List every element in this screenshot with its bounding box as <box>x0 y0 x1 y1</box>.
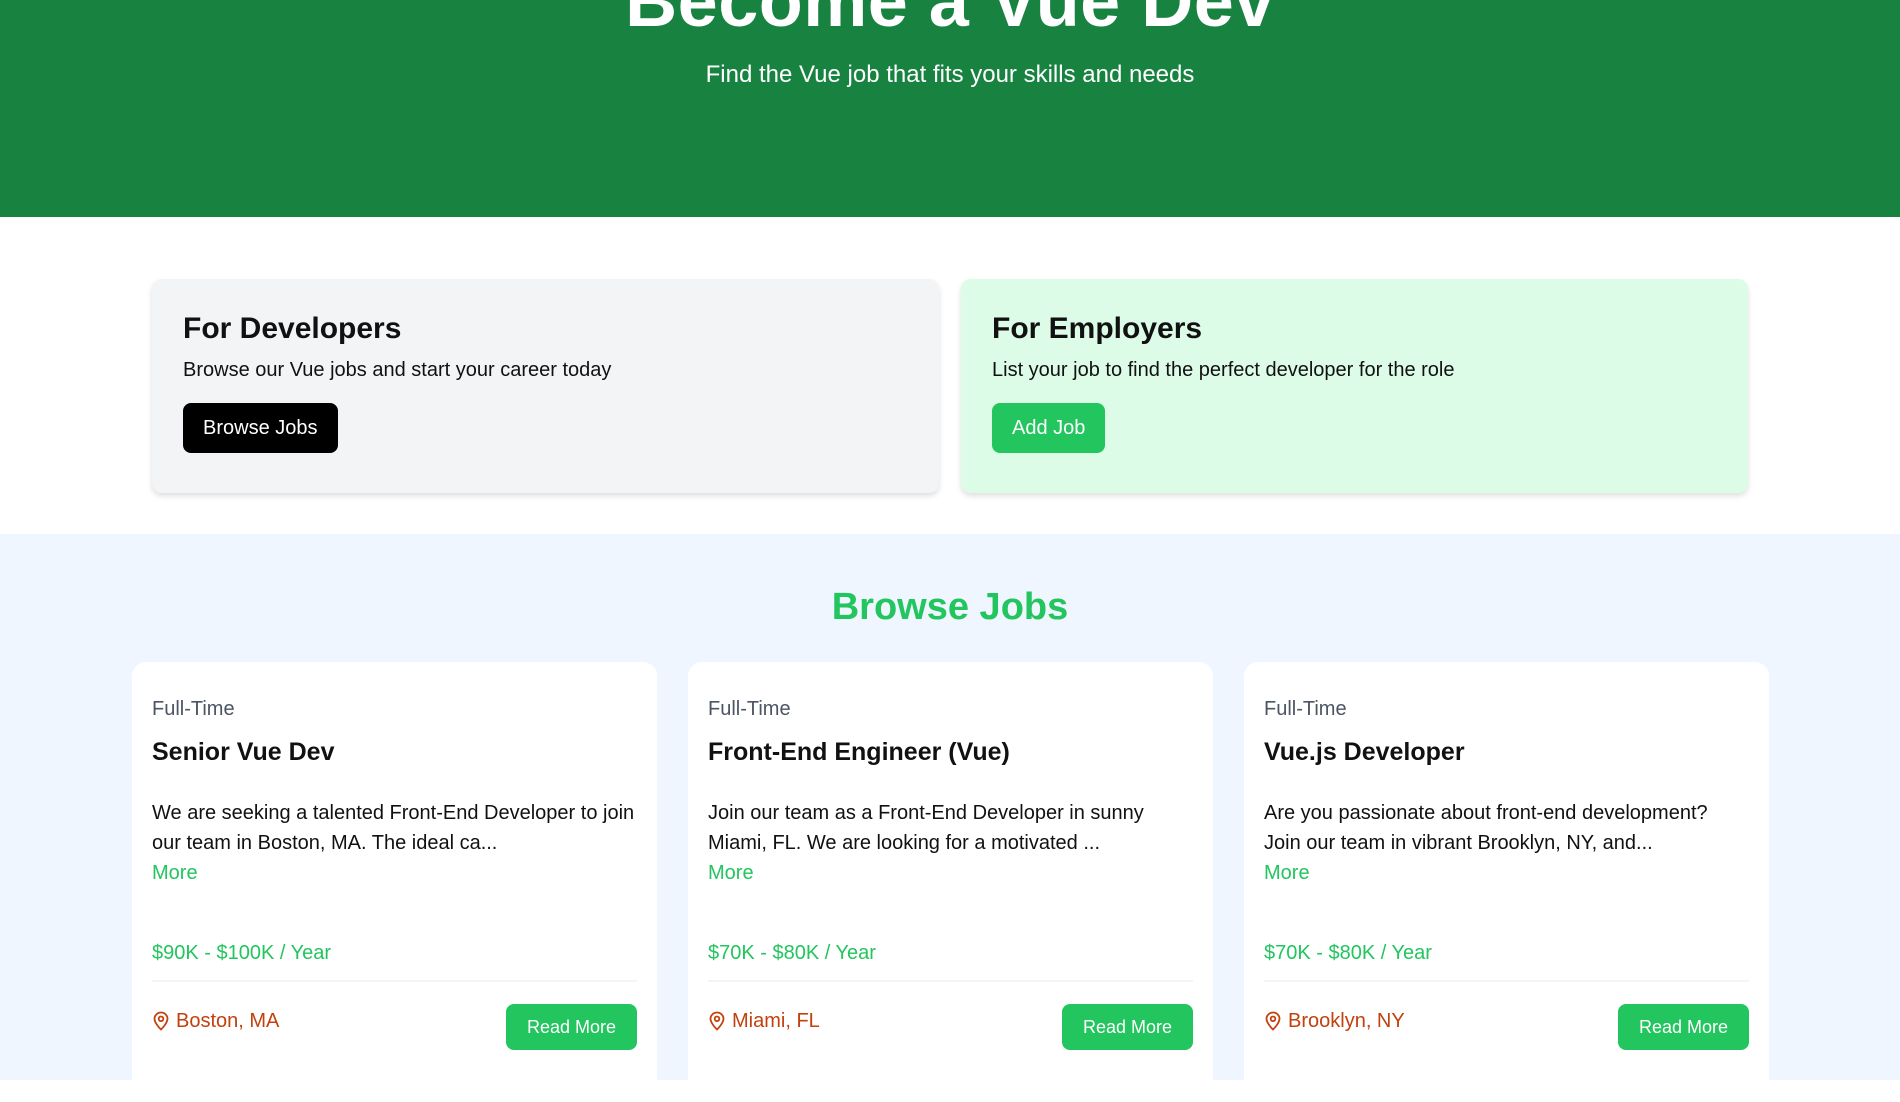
browse-jobs-button[interactable]: Browse Jobs <box>183 403 338 453</box>
job-description: Join our team as a Front-End Developer i… <box>708 802 1144 854</box>
job-title: Vue.js Developer <box>1264 738 1465 766</box>
job-location: Brooklyn, NY <box>1264 1008 1405 1034</box>
hero-title: Become a Vue Dev <box>625 0 1275 42</box>
developers-card-text: Browse our Vue jobs and start your caree… <box>183 359 612 381</box>
job-title: Front-End Engineer (Vue) <box>708 738 1010 766</box>
job-location-label: Brooklyn, NY <box>1288 1010 1405 1032</box>
job-more-link[interactable]: More <box>152 858 637 888</box>
job-location: Miami, FL <box>708 1008 820 1034</box>
read-more-button[interactable]: Read More <box>1617 1004 1749 1050</box>
job-salary: $70K - $80K / Year <box>708 942 876 964</box>
job-divider <box>1264 980 1749 982</box>
read-more-button[interactable]: Read More <box>505 1004 637 1050</box>
job-description: Are you passionate about front-end devel… <box>1264 802 1708 854</box>
employers-card-title: For Employers <box>992 312 1203 345</box>
hero-subtitle: Find the Vue job that fits your skills a… <box>705 61 1195 88</box>
developers-card-title: For Developers <box>183 312 402 345</box>
job-more-link[interactable]: More <box>708 858 1193 888</box>
job-salary: $90K - $100K / Year <box>152 942 332 964</box>
developers-card: For Developers Browse our Vue jobs and s… <box>152 279 939 493</box>
browse-jobs-section: Browse Jobs Full-Time Senior Vue Dev We … <box>0 534 1900 1102</box>
job-card: Full-Time Vue.js Developer Are you passi… <box>1244 662 1769 1102</box>
map-pin-icon <box>709 1011 725 1031</box>
browse-jobs-title: Browse Jobs <box>831 586 1069 628</box>
role-cards-section: For Developers Browse our Vue jobs and s… <box>0 217 1900 534</box>
read-more-button[interactable]: Read More <box>1061 1004 1193 1050</box>
job-location-label: Boston, MA <box>176 1010 280 1032</box>
job-footer: Boston, MA Read More <box>152 1004 637 1050</box>
add-job-button[interactable]: Add Job <box>992 403 1106 453</box>
job-more-link[interactable]: More <box>1264 858 1749 888</box>
job-location: Boston, MA <box>152 1008 279 1034</box>
employers-card-text: List your job to find the perfect develo… <box>992 359 1455 381</box>
job-footer: Brooklyn, NY Read More <box>1264 1004 1749 1050</box>
map-pin-icon <box>1265 1011 1281 1031</box>
job-divider <box>152 980 637 982</box>
job-divider <box>708 980 1193 982</box>
job-salary: $70K - $80K / Year <box>1264 942 1432 964</box>
job-type: Full-Time <box>708 698 791 720</box>
employers-card: For Employers List your job to find the … <box>961 279 1748 493</box>
job-location-label: Miami, FL <box>732 1010 820 1032</box>
hero-section: Become a Vue Dev Find the Vue job that f… <box>0 0 1900 217</box>
job-title: Senior Vue Dev <box>152 738 335 766</box>
map-pin-icon <box>153 1011 169 1031</box>
job-footer: Miami, FL Read More <box>708 1004 1193 1050</box>
job-type: Full-Time <box>152 698 235 720</box>
job-description: We are seeking a talented Front-End Deve… <box>152 802 635 854</box>
job-type: Full-Time <box>1264 698 1347 720</box>
job-card: Full-Time Senior Vue Dev We are seeking … <box>132 662 657 1102</box>
job-card: Full-Time Front-End Engineer (Vue) Join … <box>688 662 1213 1102</box>
